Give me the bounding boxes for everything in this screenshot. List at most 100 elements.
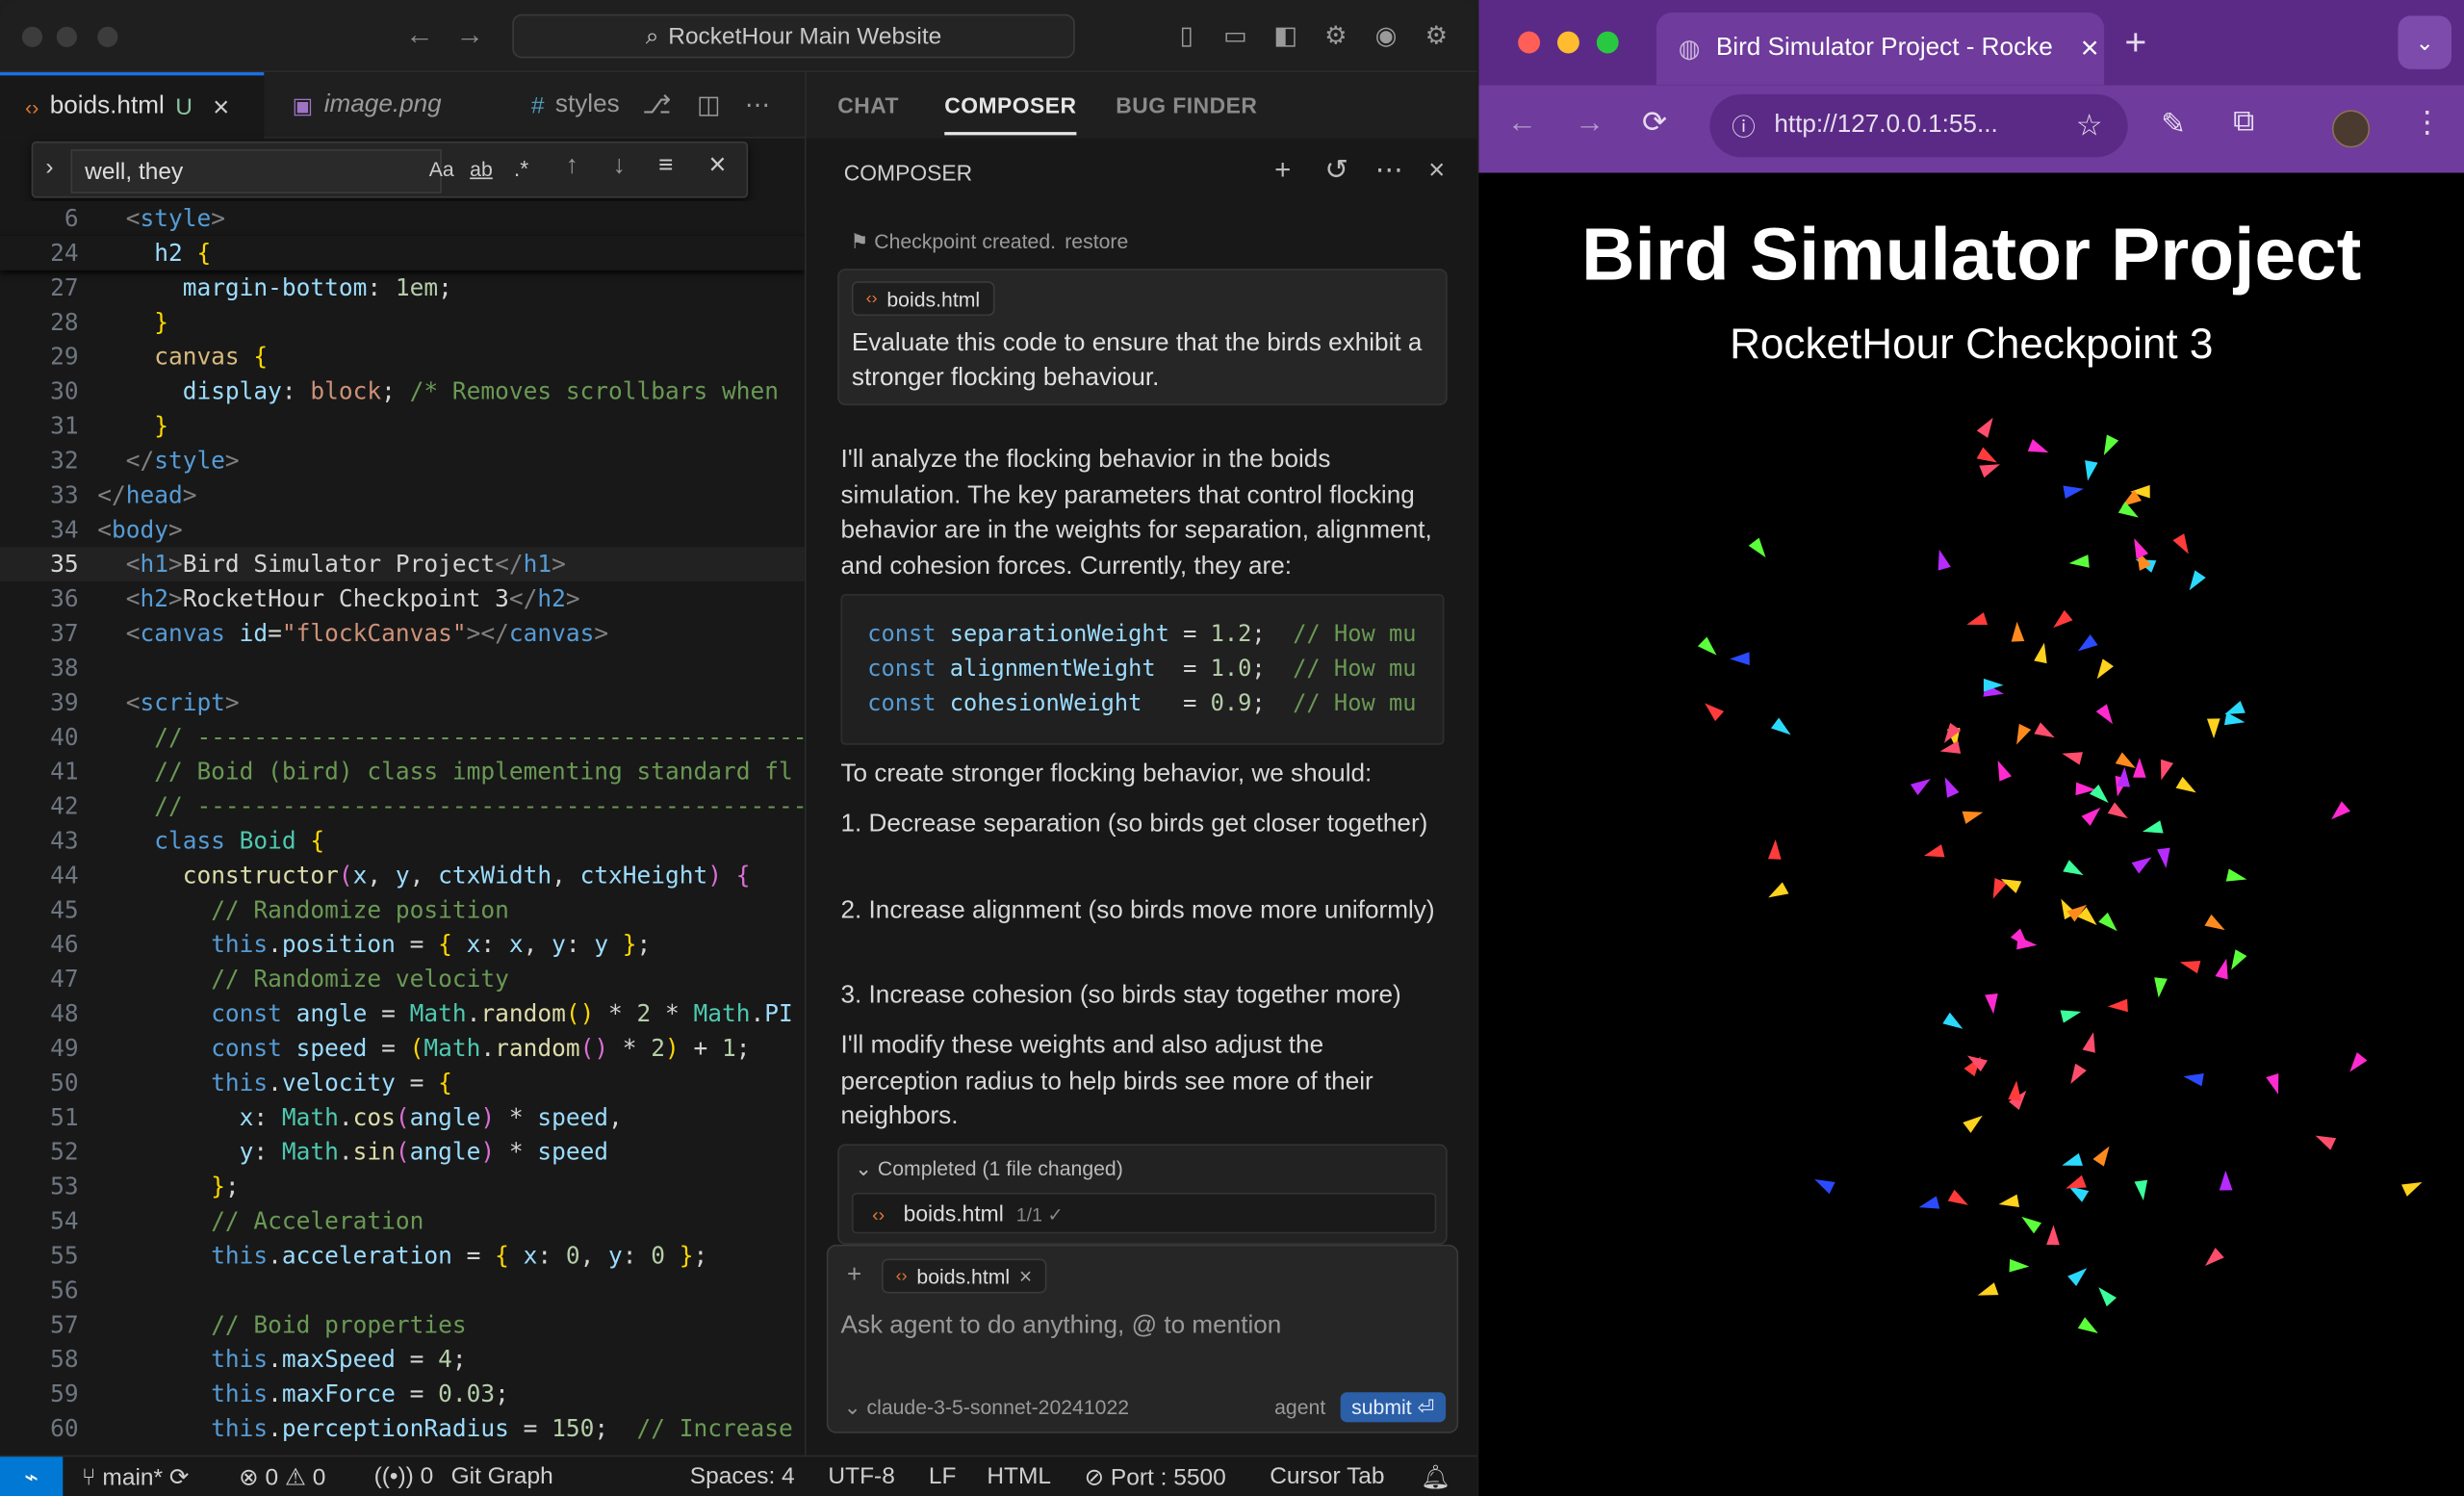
ports-indicator[interactable]: ((•)) 0	[374, 1463, 434, 1490]
find-input[interactable]	[70, 149, 442, 193]
boid-bird	[2092, 1146, 2110, 1167]
problems-indicator[interactable]: ⊗ 0 ⚠ 0	[239, 1463, 325, 1491]
regex-icon[interactable]: .*	[514, 156, 528, 181]
profile-avatar[interactable]	[2331, 110, 2371, 148]
new-tab-plus-icon[interactable]: +	[2124, 22, 2146, 66]
more-options-icon[interactable]: ⋯	[1375, 154, 1403, 187]
code-block-line: const cohesionWeight = 0.9; // How mu	[867, 691, 1417, 717]
window-close-dot[interactable]	[1518, 31, 1541, 54]
tab-chat[interactable]: CHAT	[837, 92, 899, 117]
boid-bird	[2062, 752, 2083, 765]
previous-match-icon[interactable]: ↑	[566, 152, 578, 180]
back-arrow-icon[interactable]: ←	[1507, 107, 1537, 142]
remove-context-icon[interactable]: ×	[1019, 1263, 1032, 1288]
close-tab-icon[interactable]: ×	[2081, 31, 2099, 67]
encoding-indicator[interactable]: UTF-8	[828, 1463, 894, 1490]
menu-kebab-icon[interactable]: ⋮	[2412, 105, 2442, 142]
boid-bird	[2266, 1073, 2279, 1095]
boid-bird	[1997, 761, 2012, 782]
split-editor-icon[interactable]: ◫	[693, 90, 725, 121]
toggle-primary-sidebar-icon[interactable]: ▯	[1170, 20, 1202, 52]
boid-bird	[1979, 464, 2000, 478]
tab-styles[interactable]: # styles	[506, 72, 638, 139]
context-file-pill[interactable]: ‹› boids.html	[851, 281, 994, 317]
window-minimize-dot[interactable]	[1557, 31, 1579, 54]
account-icon[interactable]: ◉	[1371, 20, 1402, 52]
boid-bird	[2225, 868, 2247, 882]
code-line: 46 this.position = { x: x, y: y };	[0, 927, 805, 962]
toggle-secondary-sidebar-icon[interactable]: ◧	[1270, 20, 1301, 52]
match-case-icon[interactable]: Aa	[429, 157, 454, 180]
flock-canvas[interactable]	[1478, 173, 2464, 1496]
toggle-panel-icon[interactable]: ▭	[1219, 20, 1251, 52]
line-number: 53	[50, 1172, 79, 1201]
tab-composer[interactable]: COMPOSER	[944, 92, 1077, 136]
git-graph-button[interactable]: Git Graph	[451, 1463, 553, 1490]
code-text: display: block; /* Removes scrollbars wh…	[182, 376, 780, 406]
extension-pen-icon[interactable]: ✎	[2161, 107, 2186, 143]
add-context-icon[interactable]: +	[847, 1262, 861, 1290]
window-close-dot[interactable]	[21, 26, 43, 47]
mode-selector[interactable]: agent	[1274, 1396, 1325, 1419]
code-line: 41 // Boid (bird) class implementing sta…	[0, 755, 805, 789]
forward-arrow-icon[interactable]: →	[455, 19, 483, 52]
history-icon[interactable]: ↺	[1324, 154, 1348, 187]
window-minimize-dot[interactable]	[56, 26, 78, 47]
customize-layout-icon[interactable]: ⚙	[1320, 20, 1351, 52]
model-selector[interactable]: ⌄ claude-3-5-sonnet-20241022	[844, 1396, 1129, 1421]
command-center[interactable]: ⌕ RocketHour Main Website	[512, 13, 1075, 59]
boid-bird	[2219, 1170, 2233, 1191]
address-bar[interactable]: ⓘ http://127.0.0.1:55... ☆	[1709, 93, 2128, 158]
language-mode[interactable]: HTML	[987, 1463, 1051, 1490]
eol-indicator[interactable]: LF	[929, 1463, 957, 1490]
completed-header[interactable]: ⌄ Completed (1 file changed)	[855, 1156, 1123, 1181]
code-text: y: Math.sin(angle) * speed	[239, 1137, 609, 1167]
code-line: 35 <h1>Bird Simulator Project</h1>	[0, 547, 805, 581]
more-actions-icon[interactable]: ⋯	[742, 90, 774, 121]
browser-tab-strip: ◍ Bird Simulator Project - Rocke × + ⌄	[1478, 0, 2464, 86]
reload-icon[interactable]: ⟳	[1642, 105, 1667, 142]
settings-gear-icon[interactable]: ⚙	[1421, 20, 1452, 52]
tab-label: boids.html	[49, 92, 165, 120]
composer-input-box[interactable]: + ‹› boids.html × Ask agent to do anythi…	[826, 1244, 1459, 1433]
new-composer-icon[interactable]: +	[1274, 154, 1291, 187]
notifications-bell-icon[interactable]: 🔔︎	[1421, 1463, 1450, 1491]
boid-bird	[2021, 1216, 2042, 1234]
back-arrow-icon[interactable]: ←	[405, 19, 433, 52]
live-server-port[interactable]: ⊘ Port : 5500	[1085, 1463, 1226, 1491]
cursor-tab-indicator[interactable]: Cursor Tab	[1270, 1463, 1384, 1490]
open-changes-icon[interactable]: ⎇	[641, 90, 673, 121]
changed-file-row[interactable]: ‹› boids.html 1/1 ✓	[851, 1192, 1437, 1234]
close-find-icon[interactable]: ×	[708, 149, 726, 184]
forward-arrow-icon[interactable]: →	[1575, 107, 1604, 142]
browser-tab[interactable]: ◍ Bird Simulator Project - Rocke ×	[1656, 13, 2105, 86]
boid-bird	[1976, 417, 1993, 438]
code-editor[interactable]: 6 <style> 24 h2 {27 margin-bottom: 1em; 28…	[0, 200, 805, 1456]
indentation-indicator[interactable]: Spaces: 4	[690, 1463, 795, 1490]
close-tab-icon[interactable]: ×	[213, 90, 229, 123]
extensions-puzzle-icon[interactable]: ⧉	[2233, 105, 2254, 140]
submit-button[interactable]: submit ⏎	[1340, 1392, 1446, 1423]
input-context-pill[interactable]: ‹› boids.html ×	[881, 1258, 1046, 1294]
tab-boids-html[interactable]: ‹› boids.html U ×	[0, 72, 265, 139]
toggle-replace-chevron-icon[interactable]: ›	[45, 154, 53, 181]
window-zoom-dot[interactable]	[1596, 31, 1619, 54]
code-line: 50 this.velocity = {	[0, 1066, 805, 1100]
boid-bird	[2034, 642, 2047, 664]
code-text: // Randomize position	[211, 895, 509, 924]
tab-bug-finder[interactable]: BUG FINDER	[1116, 92, 1257, 117]
close-panel-icon[interactable]: ×	[1428, 154, 1445, 187]
restore-link[interactable]: restore	[1065, 229, 1128, 252]
window-zoom-dot[interactable]	[97, 26, 118, 47]
boid-bird	[2131, 857, 2152, 874]
next-match-icon[interactable]: ↓	[613, 152, 626, 180]
tab-image-png[interactable]: ▣ image.png	[268, 72, 503, 139]
tab-search-chevron-icon[interactable]: ⌄	[2398, 15, 2452, 69]
bookmark-star-icon[interactable]: ☆	[2076, 108, 2103, 144]
remote-indicator-icon[interactable]: ⌁	[0, 1457, 64, 1496]
find-in-selection-icon[interactable]: ≡	[658, 152, 673, 180]
composer-input[interactable]: Ask agent to do anything, @ to mention	[840, 1312, 1281, 1340]
branch-indicator[interactable]: ⑂ main* ⟳	[82, 1463, 190, 1491]
whole-word-icon[interactable]: ab	[470, 157, 493, 180]
line-number: 6	[64, 204, 79, 233]
